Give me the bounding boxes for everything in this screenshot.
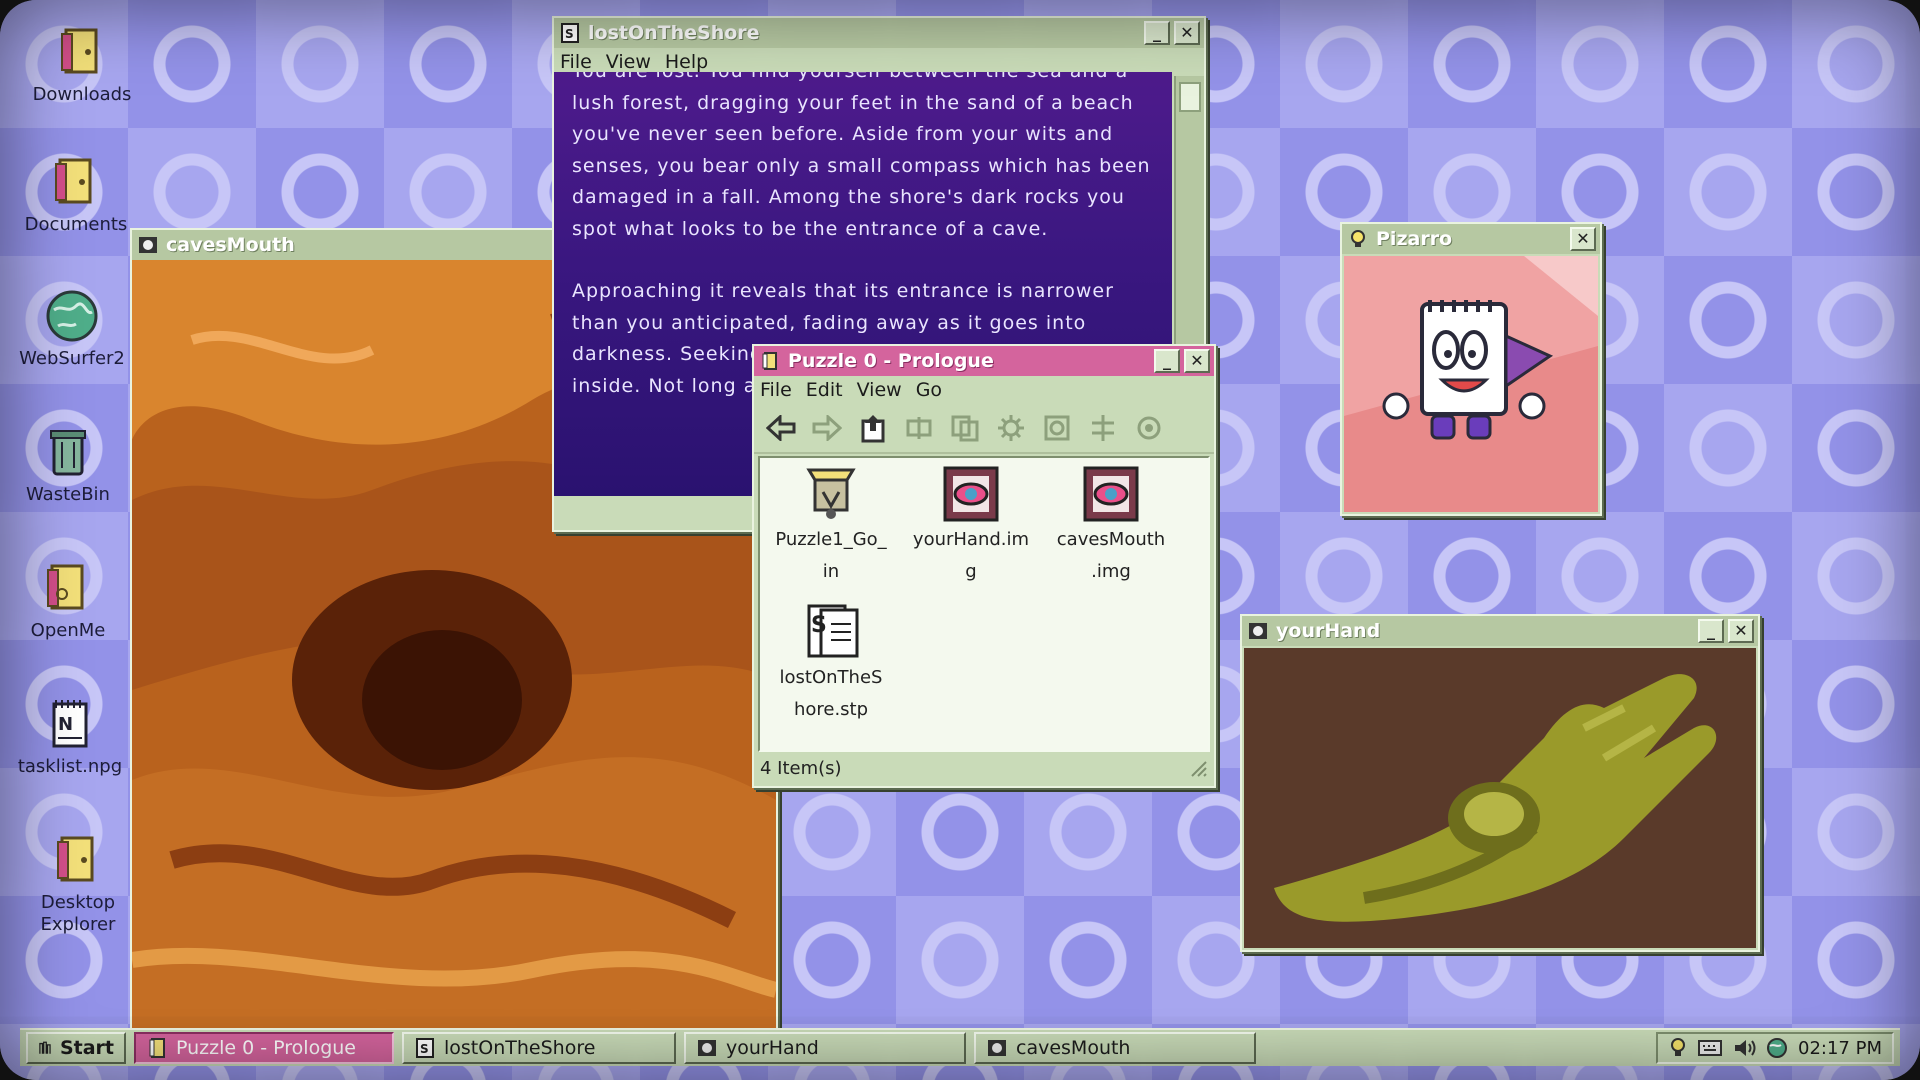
item-count: 4 Item(s) xyxy=(760,757,842,779)
task-your-hand[interactable]: yourHand xyxy=(684,1032,966,1064)
lost-on-the-shore-titlebar[interactable]: S lostOnTheShore _ ✕ xyxy=(554,18,1204,48)
minimize-button[interactable]: _ xyxy=(1144,21,1170,45)
file-item-cavesmouth[interactable]: cavesMouth .img xyxy=(1046,458,1176,588)
folder-icon xyxy=(149,1038,165,1058)
pizarro-mascot-image xyxy=(1344,256,1598,512)
resize-grip-icon[interactable] xyxy=(1188,758,1208,778)
desktop-icon-desktop-explorer[interactable]: Desktop Explorer xyxy=(18,832,138,936)
pizarro-titlebar[interactable]: Pizarro ✕ xyxy=(1342,224,1600,254)
close-button[interactable]: ✕ xyxy=(1174,21,1200,45)
menu-help[interactable]: Help xyxy=(665,51,708,73)
desktop-icon-tasklist[interactable]: N tasklist.npg xyxy=(10,696,130,778)
folder-icon xyxy=(47,564,84,610)
explorer-titlebar[interactable]: Puzzle 0 - Prologue _ ✕ xyxy=(754,346,1214,376)
script-window-icon: S xyxy=(561,23,579,43)
image-icon xyxy=(1083,466,1139,522)
close-button[interactable]: ✕ xyxy=(1184,349,1210,373)
desktop-icon-wastebin[interactable]: WasteBin xyxy=(8,424,128,506)
minimize-button[interactable]: _ xyxy=(1154,349,1180,373)
desktop: Downloads Documents WebSurfer2 WasteBin … xyxy=(0,0,1920,1080)
trash-icon xyxy=(50,430,86,476)
start-logo-icon xyxy=(39,1041,51,1054)
lightbulb-icon xyxy=(1351,230,1365,247)
globe-icon xyxy=(46,290,98,342)
desktop-icon-websurfer2[interactable]: WebSurfer2 xyxy=(12,288,132,370)
archive-icon xyxy=(806,468,856,519)
taskbar: Start Puzzle 0 - Prologue S lostOnTheSho… xyxy=(20,1028,1900,1066)
image-window-icon xyxy=(1249,623,1267,639)
lightbulb-icon[interactable] xyxy=(1668,1037,1688,1059)
explorer-menubar: File Edit View Go xyxy=(754,376,1214,404)
forward-arrow-icon[interactable] xyxy=(808,409,846,447)
task-lost-on-the-shore[interactable]: S lostOnTheShore xyxy=(402,1032,676,1064)
file-item-lostontheshore[interactable]: S lostOnTheS hore.stp xyxy=(766,596,896,726)
desktop-icon-downloads[interactable]: Downloads xyxy=(22,24,142,106)
pizarro-window[interactable]: Pizarro ✕ xyxy=(1340,222,1602,516)
scrollbar-thumb[interactable] xyxy=(1179,82,1201,112)
close-button[interactable]: ✕ xyxy=(1728,619,1754,643)
folder-icon xyxy=(61,28,98,74)
hand-image xyxy=(1244,648,1756,948)
system-tray: 02:17 PM xyxy=(1656,1032,1894,1064)
menu-view[interactable]: View xyxy=(857,379,902,401)
start-button[interactable]: Start xyxy=(26,1032,126,1064)
clock: 02:17 PM xyxy=(1798,1037,1882,1059)
explorer-statusbar: 4 Item(s) xyxy=(754,754,1214,782)
keyboard-icon[interactable] xyxy=(1698,1038,1723,1058)
folder-icon xyxy=(762,352,777,370)
image-window-icon xyxy=(139,237,157,253)
script-icon: S xyxy=(416,1038,434,1058)
file-item-yourhand[interactable]: yourHand.im g xyxy=(906,458,1036,588)
your-hand-window[interactable]: yourHand _ ✕ xyxy=(1240,614,1760,952)
story-paragraph-1: You are lost. You find yourself between … xyxy=(572,72,1151,240)
image-icon xyxy=(943,466,999,522)
folder-icon xyxy=(57,836,94,882)
svg-text:N: N xyxy=(58,714,73,735)
cut-icon[interactable] xyxy=(900,409,938,447)
puzzle-explorer-window[interactable]: Puzzle 0 - Prologue _ ✕ File Edit View G… xyxy=(752,344,1216,788)
view-icon[interactable] xyxy=(1084,409,1122,447)
close-button[interactable]: ✕ xyxy=(1570,227,1596,251)
copy-icon[interactable] xyxy=(946,409,984,447)
menu-file[interactable]: File xyxy=(760,379,792,401)
svg-text:S: S xyxy=(811,613,827,638)
desktop-icon-documents[interactable]: Documents xyxy=(16,154,136,236)
explorer-toolbar xyxy=(754,404,1214,454)
refresh-icon[interactable] xyxy=(1130,409,1168,447)
menu-file[interactable]: File xyxy=(560,51,592,73)
task-caves-mouth[interactable]: cavesMouth xyxy=(974,1032,1256,1064)
image-window-icon xyxy=(988,1040,1006,1056)
desktop-icon-openme[interactable]: OpenMe xyxy=(8,560,128,642)
notepad-icon: N xyxy=(52,700,88,748)
script-icon: S xyxy=(807,604,859,658)
image-window-icon xyxy=(698,1040,716,1056)
menu-go[interactable]: Go xyxy=(916,379,942,401)
folder-icon xyxy=(55,158,92,204)
delete-icon[interactable] xyxy=(1038,409,1076,447)
task-puzzle-prologue[interactable]: Puzzle 0 - Prologue xyxy=(134,1032,394,1064)
back-arrow-icon[interactable] xyxy=(762,409,800,447)
your-hand-titlebar[interactable]: yourHand _ ✕ xyxy=(1242,616,1758,646)
network-globe-icon[interactable] xyxy=(1766,1037,1788,1059)
up-folder-icon[interactable] xyxy=(854,409,892,447)
speaker-icon[interactable] xyxy=(1732,1038,1756,1058)
minimize-button[interactable]: _ xyxy=(1698,619,1724,643)
file-item-puzzle1[interactable]: Puzzle1_Go_ in xyxy=(766,458,896,588)
svg-text:S: S xyxy=(420,1042,429,1056)
svg-text:S: S xyxy=(565,27,574,41)
explorer-file-area: Puzzle1_Go_ in yourHand.im g cavesMouth … xyxy=(758,456,1210,752)
settings-gear-icon[interactable] xyxy=(992,409,1030,447)
menu-edit[interactable]: Edit xyxy=(806,379,843,401)
menu-view[interactable]: View xyxy=(606,51,651,73)
